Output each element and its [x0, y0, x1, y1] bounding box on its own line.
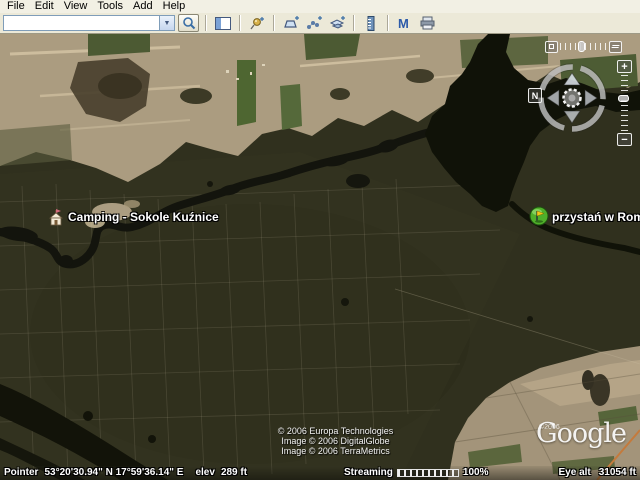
menu-bar: File Edit View Tools Add Help [0, 0, 640, 13]
sidebar-toggle-button[interactable] [212, 14, 233, 32]
streaming-percent: 100% [463, 467, 489, 478]
logo-text: Google [536, 418, 626, 449]
placemark-przystan[interactable] [529, 206, 549, 231]
printer-icon [420, 16, 435, 30]
google-logo: ©2006 Google [536, 418, 626, 449]
lodge-icon[interactable] [48, 208, 65, 227]
menu-view[interactable]: View [59, 0, 93, 13]
streaming-readout: Streaming 100% [344, 467, 488, 478]
horizon-icon [611, 45, 619, 48]
zoom-in-button[interactable]: + [617, 60, 632, 73]
search-button[interactable] [178, 14, 199, 32]
menu-file[interactable]: File [2, 0, 30, 13]
toolbar: ▼ [0, 13, 640, 34]
toolbar-separator [239, 15, 240, 31]
pan-up-button[interactable] [564, 73, 580, 85]
measure-button[interactable] [360, 14, 381, 32]
streaming-label: Streaming [344, 467, 393, 478]
placemark-label-camping[interactable]: Camping - Sokole Kuźnice [68, 210, 219, 224]
pointer-label: Pointer [4, 467, 38, 478]
zoom-thumb[interactable] [618, 95, 629, 102]
tilt-slider[interactable] [545, 40, 622, 53]
north-button[interactable]: N [528, 88, 542, 103]
add-placemark-button[interactable] [246, 14, 267, 32]
copyright-line: © 2006 Europa Technologies [248, 426, 423, 436]
toolbar-separator [387, 15, 388, 31]
search-combobox: ▼ [3, 15, 175, 31]
menu-add[interactable]: Add [128, 0, 158, 13]
toolbar-separator [205, 15, 206, 31]
zoom-track[interactable] [621, 75, 628, 131]
eye-alt-label: Eye alt [559, 467, 591, 478]
pan-left-button[interactable] [547, 90, 559, 106]
email-button[interactable]: M [394, 14, 415, 32]
logo-copyright: ©2006 [539, 424, 560, 431]
image-overlay-icon [329, 16, 345, 30]
polygon-icon [283, 16, 299, 30]
tilt-thumb[interactable] [578, 41, 585, 52]
tilt-track[interactable] [560, 43, 607, 50]
email-icon: M [397, 17, 412, 30]
elev-value: 289 ft [221, 467, 247, 478]
zoom-slider[interactable]: + − [617, 60, 632, 146]
streaming-progress-bar [397, 469, 459, 477]
menu-help[interactable]: Help [158, 0, 191, 13]
tilt-horizon-button[interactable] [609, 41, 622, 53]
search-dropdown-arrow-icon[interactable]: ▼ [159, 16, 174, 30]
zoom-out-button[interactable]: − [617, 133, 632, 146]
path-icon [306, 16, 322, 30]
elev-label: elev [195, 467, 214, 478]
toolbar-separator [273, 15, 274, 31]
menu-edit[interactable]: Edit [30, 0, 59, 13]
eye-alt-value: 31054 ft [599, 467, 636, 478]
eye-alt-readout: Eye alt 31054 ft [559, 467, 637, 478]
compass-center-dot[interactable] [569, 95, 576, 102]
tilt-top-down-button[interactable] [545, 41, 558, 53]
pushpin-icon [249, 16, 265, 31]
magnifier-icon [182, 16, 196, 30]
add-polygon-button[interactable] [280, 14, 301, 32]
navigation-compass[interactable] [530, 56, 614, 140]
svg-text:M: M [398, 17, 409, 30]
copyright-line: Image © 2006 TerraMetrics [248, 446, 423, 456]
placemark-camping[interactable] [48, 208, 65, 232]
copyright-overlay: © 2006 Europa Technologies Image © 2006 … [248, 426, 423, 456]
copyright-line: Image © 2006 DigitalGlobe [248, 436, 423, 446]
ruler-icon [367, 16, 375, 31]
placemark-label-przystan[interactable]: przystań w Rom [552, 210, 640, 224]
pointer-coords: 53°20'30.94" N 17°59'36.14" E [44, 467, 183, 478]
add-image-overlay-button[interactable] [326, 14, 347, 32]
top-down-icon [549, 44, 554, 49]
sidebar-icon [215, 17, 231, 30]
add-path-button[interactable] [303, 14, 324, 32]
print-button[interactable] [417, 14, 438, 32]
green-flag-icon[interactable] [529, 206, 549, 226]
status-bar: Pointer 53°20'30.94" N 17°59'36.14" E elev… [0, 466, 640, 480]
search-input[interactable] [4, 16, 159, 30]
pointer-readout: Pointer 53°20'30.94" N 17°59'36.14" E elev… [4, 467, 247, 478]
menu-tools[interactable]: Tools [92, 0, 128, 13]
toolbar-separator [353, 15, 354, 31]
map-viewport[interactable]: Camping - Sokole Kuźnice przystań w Rom … [0, 34, 640, 480]
pan-right-button[interactable] [585, 90, 597, 106]
pan-down-button[interactable] [564, 111, 580, 123]
